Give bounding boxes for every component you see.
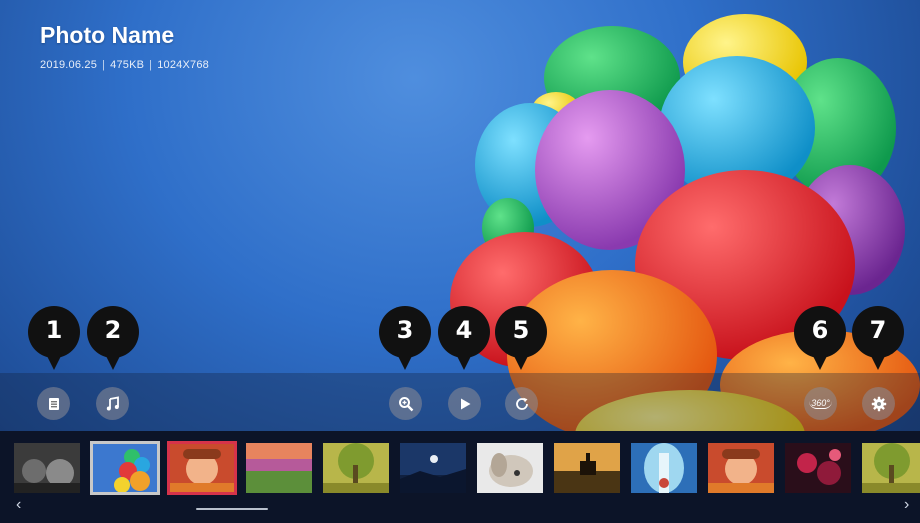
thumbnail-10[interactable] <box>708 443 774 493</box>
play-icon <box>460 398 470 409</box>
thumbnail-image <box>862 443 920 493</box>
callout-number: 4 <box>455 316 473 344</box>
callout-3: 3 <box>377 306 433 376</box>
thumbnail-image <box>92 443 158 493</box>
rotate-button[interactable] <box>505 387 538 420</box>
thumbnail-5[interactable] <box>323 443 389 493</box>
rotate-icon <box>515 397 528 410</box>
callout-number: 6 <box>811 316 829 344</box>
callout-number: 7 <box>869 316 887 344</box>
list-icon <box>48 397 59 410</box>
callout-1: 1 <box>26 306 82 376</box>
thumbnail-image <box>554 443 620 493</box>
photo-info: 2019.06.25 | 475KB | 1024X768 <box>40 59 209 71</box>
thumbnail-7[interactable] <box>477 443 543 493</box>
photo-date: 2019.06.25 <box>40 59 98 71</box>
thumbnail-image <box>708 443 774 493</box>
thumbnail-image <box>785 443 851 493</box>
gear-icon <box>871 396 886 411</box>
photo-viewer: Photo Name 2019.06.25 | 475KB | 1024X768 1 2… <box>0 0 920 523</box>
callout-7: 7 <box>850 306 906 376</box>
thumbnail-scrollbar[interactable] <box>196 508 268 510</box>
settings-button[interactable] <box>862 387 895 420</box>
callout-number: 5 <box>512 316 530 344</box>
thumbnail-image <box>400 443 466 493</box>
play-button[interactable] <box>448 387 481 420</box>
thumbnail-3[interactable] <box>167 441 237 495</box>
photo-file-size: 475KB <box>110 59 145 71</box>
thumbnail-image <box>477 443 543 493</box>
separator: | <box>102 59 106 71</box>
callout-6: 6 <box>792 306 848 376</box>
thumbnail-8[interactable] <box>554 443 620 493</box>
list-button[interactable] <box>37 387 70 420</box>
thumbnail-image <box>14 443 80 493</box>
zoom-in-icon <box>398 396 413 411</box>
photo-title: Photo Name <box>40 22 175 48</box>
chevron-right-icon[interactable]: › <box>904 496 909 514</box>
music-button[interactable] <box>96 387 129 420</box>
callout-number: 2 <box>104 316 122 344</box>
thumbnail-11[interactable] <box>785 443 851 493</box>
thumbnail-image <box>169 443 235 493</box>
thumbnail-image <box>323 443 389 493</box>
thumbnail-image <box>246 443 312 493</box>
thumbnail-1[interactable] <box>14 443 80 493</box>
chevron-left-icon[interactable]: ‹ <box>16 496 21 514</box>
thumbnail-9[interactable] <box>631 443 697 493</box>
callout-2: 2 <box>85 306 141 376</box>
callout-number: 1 <box>45 316 63 344</box>
callout-5: 5 <box>493 306 549 376</box>
thumbnail-12[interactable] <box>862 443 920 493</box>
thumbnail-6[interactable] <box>400 443 466 493</box>
zoom-button[interactable] <box>389 387 422 420</box>
callout-4: 4 <box>436 306 492 376</box>
thumbnail-image <box>631 443 697 493</box>
photo-resolution: 1024X768 <box>157 59 209 71</box>
separator: | <box>149 59 153 71</box>
music-note-icon <box>106 395 119 410</box>
360-view-button[interactable]: 360° <box>804 387 837 420</box>
thumbnail-2[interactable] <box>90 441 160 495</box>
thumbnail-4[interactable] <box>246 443 312 493</box>
callout-number: 3 <box>396 316 414 344</box>
360-view-icon: 360° <box>809 398 832 409</box>
